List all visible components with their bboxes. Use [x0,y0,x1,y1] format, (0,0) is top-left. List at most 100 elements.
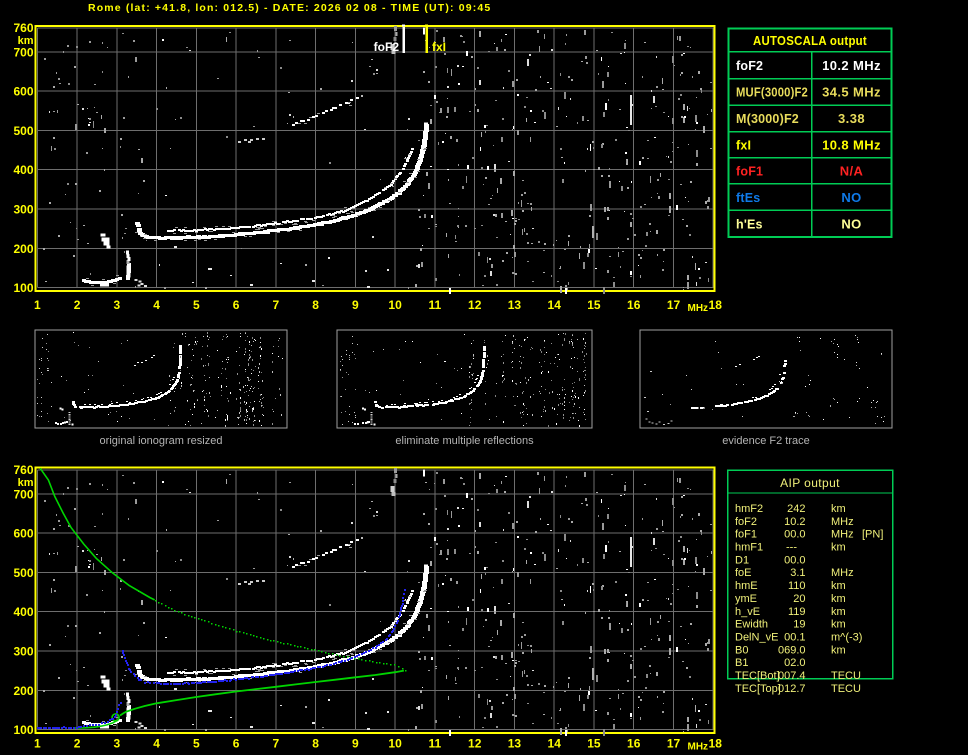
svg-text:14: 14 [548,737,562,751]
svg-text:17: 17 [667,298,681,312]
svg-text:7: 7 [273,737,280,751]
svg-text:m^(-3): m^(-3) [831,632,862,644]
svg-text:4: 4 [153,298,160,312]
svg-text:242: 242 [787,503,805,515]
svg-text:eliminate multiple reflections: eliminate multiple reflections [395,435,534,447]
svg-text:DelN_vE: DelN_vE [735,632,778,644]
svg-text:2: 2 [74,298,81,312]
svg-text:MHz: MHz [831,516,854,528]
svg-text:hmF1: hmF1 [735,542,763,554]
svg-text:3.1: 3.1 [790,567,805,579]
svg-text:760: 760 [13,21,33,35]
svg-text:2: 2 [74,737,81,751]
svg-text:19: 19 [793,619,805,631]
svg-text:18: 18 [709,298,723,312]
svg-text:hmF2: hmF2 [735,503,763,515]
svg-text:---: --- [786,542,797,554]
svg-text:5: 5 [193,298,200,312]
svg-text:km: km [831,580,846,592]
svg-text:TECU: TECU [831,683,861,695]
svg-text:069.0: 069.0 [778,644,806,656]
svg-text:evidence F2 trace: evidence F2 trace [722,435,809,447]
svg-text:NO: NO [841,217,861,232]
svg-text:6: 6 [233,298,240,312]
svg-text:fxI: fxI [432,40,446,54]
svg-text:AUTOSCALA output: AUTOSCALA output [753,34,867,48]
svg-text:00.0: 00.0 [784,529,805,541]
svg-text:km: km [831,542,846,554]
svg-text:MHz: MHz [831,529,854,541]
svg-text:11: 11 [429,737,442,751]
svg-text:N/A: N/A [840,164,864,179]
svg-text:foF1: foF1 [736,165,763,179]
svg-text:M(3000)F2: M(3000)F2 [736,112,799,126]
svg-text:TECU: TECU [831,670,861,682]
svg-text:7: 7 [273,298,280,312]
svg-text:300: 300 [13,645,33,659]
svg-text:15: 15 [587,737,601,751]
svg-text:AIP output: AIP output [780,476,840,490]
svg-text:700: 700 [13,45,33,59]
svg-text:14: 14 [548,298,562,312]
svg-text:foE: foE [735,567,752,579]
svg-text:20: 20 [793,593,805,605]
svg-text:original ionogram resized: original ionogram resized [100,435,223,447]
svg-text:16: 16 [627,298,641,312]
svg-text:9: 9 [352,737,359,751]
svg-text:34.5 MHz: 34.5 MHz [822,85,881,100]
svg-text:16: 16 [627,737,641,751]
svg-text:MHz: MHz [688,742,709,753]
svg-text:h_vE: h_vE [735,606,760,618]
svg-text:km: km [831,606,846,618]
svg-text:km: km [831,593,846,605]
svg-text:15: 15 [587,298,601,312]
svg-text:13: 13 [508,298,522,312]
svg-text:1: 1 [34,737,41,751]
svg-text:600: 600 [13,85,33,99]
svg-text:fxI: fxI [736,139,751,153]
svg-text:10: 10 [388,298,402,312]
svg-text:B0: B0 [735,644,748,656]
svg-text:00.1: 00.1 [784,632,805,644]
svg-text:100: 100 [13,281,33,295]
svg-text:hmE: hmE [735,580,758,592]
svg-text:3: 3 [113,737,120,751]
svg-text:02.0: 02.0 [784,657,805,669]
svg-text:MUF(3000)F2: MUF(3000)F2 [736,86,808,100]
svg-text:400: 400 [13,605,33,619]
svg-text:km: km [831,503,846,515]
svg-text:foF2: foF2 [374,40,400,54]
svg-text:110: 110 [788,580,806,592]
svg-text:13: 13 [508,737,522,751]
svg-text:6: 6 [233,737,240,751]
svg-text:11: 11 [429,298,442,312]
svg-text:h'Es: h'Es [736,218,763,232]
svg-text:[PN]: [PN] [862,529,883,541]
svg-text:foF2: foF2 [736,59,763,73]
svg-text:NO: NO [841,190,861,205]
svg-text:ftEs: ftEs [736,191,760,205]
svg-text:600: 600 [13,527,33,541]
svg-text:3.38: 3.38 [838,111,865,126]
svg-text:8: 8 [312,298,319,312]
svg-text:500: 500 [13,124,33,138]
svg-text:00.0: 00.0 [784,554,805,566]
svg-text:17: 17 [667,737,681,751]
svg-text:200: 200 [13,242,33,256]
svg-text:200: 200 [13,684,33,698]
svg-text:012.7: 012.7 [778,683,806,695]
svg-text:MHz: MHz [831,567,854,579]
svg-text:TEC[Bot]: TEC[Bot] [735,670,780,682]
svg-text:10: 10 [388,737,402,751]
svg-text:500: 500 [13,566,33,580]
svg-text:foF2: foF2 [735,516,757,528]
svg-text:10.2 MHz: 10.2 MHz [822,58,881,73]
svg-text:100: 100 [13,723,33,737]
svg-text:ymE: ymE [735,593,757,605]
svg-text:MHz: MHz [688,303,709,314]
svg-text:1: 1 [34,298,41,312]
svg-text:4: 4 [153,737,160,751]
svg-text:007.4: 007.4 [778,670,806,682]
svg-text:9: 9 [352,298,359,312]
svg-text:Rome (lat: +41.8, lon: 012.5): Rome (lat: +41.8, lon: 012.5) - DATE: 20… [88,2,491,14]
